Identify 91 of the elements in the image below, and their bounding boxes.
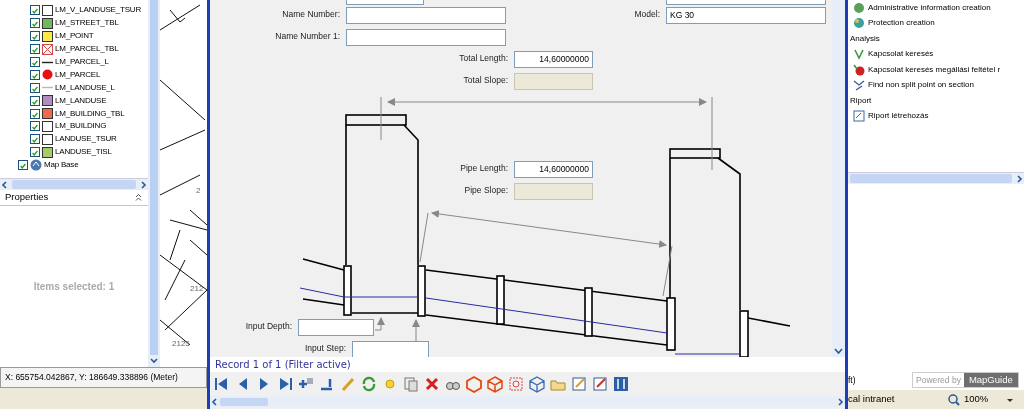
leader-line bbox=[374, 317, 385, 331]
scroll-right-icon[interactable] bbox=[835, 396, 845, 407]
section-heading: Analysis bbox=[850, 32, 880, 45]
layer-label[interactable]: LM_POINT bbox=[55, 30, 94, 43]
layer-label[interactable]: LM_V_LANDUSE_TSUR bbox=[55, 4, 141, 17]
cube-icon[interactable] bbox=[465, 375, 483, 393]
layer-label[interactable]: LM_PARCEL_TBL bbox=[55, 43, 119, 56]
map-label: 212 bbox=[190, 283, 204, 295]
task-link[interactable]: Kapcsolat keresés megállási feltétel r bbox=[868, 63, 1001, 76]
layer-label[interactable]: LM_BUILDING_TBL bbox=[55, 107, 125, 120]
layer-checkbox[interactable] bbox=[30, 57, 40, 67]
layer-checkbox[interactable] bbox=[30, 69, 40, 80]
field-label: Name Number 1: bbox=[275, 30, 340, 43]
layer-label[interactable]: LM_PARCEL_L bbox=[55, 56, 109, 68]
field-label: Total Slope: bbox=[463, 74, 508, 87]
zone-text: cal intranet bbox=[848, 392, 896, 407]
vertical-scrollbar[interactable] bbox=[148, 0, 160, 367]
delete-icon[interactable] bbox=[423, 375, 441, 393]
scroll-right-icon[interactable] bbox=[1014, 173, 1024, 184]
layer-checkbox[interactable] bbox=[30, 18, 40, 29]
task-link[interactable]: Administrative information creation bbox=[868, 1, 991, 14]
refresh-icon[interactable] bbox=[360, 375, 378, 393]
layer-label[interactable]: LM_PARCEL bbox=[55, 68, 101, 81]
input-field[interactable]: 14,60000000 bbox=[514, 161, 593, 178]
task-icon[interactable] bbox=[853, 63, 865, 76]
input-field[interactable] bbox=[352, 341, 429, 357]
square-icon[interactable] bbox=[507, 375, 525, 393]
zoom-level[interactable]: 100% bbox=[964, 392, 989, 407]
task-link[interactable]: Protection creation bbox=[868, 17, 935, 30]
layer-checkbox[interactable] bbox=[30, 31, 40, 42]
layer-checkbox[interactable] bbox=[30, 134, 40, 145]
scroll-left-icon[interactable] bbox=[210, 396, 220, 407]
task-link[interactable]: Riport létrehozás bbox=[868, 110, 929, 123]
layer-label[interactable]: LM_LANDUSE_L bbox=[55, 81, 115, 94]
zoom-icon[interactable] bbox=[948, 393, 960, 406]
input-field[interactable] bbox=[346, 7, 506, 24]
coordinates-readout: X: 655754.042867, Y: 186649.338896 (Meter) bbox=[0, 367, 207, 388]
layer-label[interactable]: LANDUSE_TSUR bbox=[55, 133, 117, 146]
powered-by-text: Powered by bbox=[915, 373, 962, 387]
layer-checkbox[interactable] bbox=[30, 95, 40, 106]
layer-label[interactable]: Map Base bbox=[44, 159, 79, 172]
edit-icon[interactable] bbox=[591, 375, 609, 393]
scroll-right-icon[interactable] bbox=[138, 179, 148, 190]
horizontal-scrollbar[interactable] bbox=[210, 396, 845, 407]
field-label: Model: bbox=[634, 8, 660, 21]
task-icon[interactable] bbox=[853, 48, 865, 61]
task-link[interactable]: Find non split point on section bbox=[868, 79, 974, 92]
copy-icon[interactable] bbox=[402, 375, 420, 393]
field-label: Pipe Length: bbox=[460, 162, 508, 175]
task-icon[interactable] bbox=[853, 17, 865, 30]
layer-label[interactable]: LM_STREET_TBL bbox=[55, 17, 119, 30]
input-field[interactable]: KG 30 bbox=[666, 7, 826, 24]
layer-checkbox[interactable] bbox=[30, 5, 40, 16]
task-icon[interactable] bbox=[853, 79, 865, 92]
field-label: Pipe Slope: bbox=[464, 184, 508, 197]
cube-icon[interactable] bbox=[486, 375, 504, 393]
section-heading: Riport bbox=[850, 94, 872, 107]
horizontal-scrollbar[interactable] bbox=[0, 178, 148, 190]
leader-line bbox=[412, 319, 420, 342]
units-text: ft) bbox=[848, 373, 857, 387]
task-icon[interactable] bbox=[853, 110, 865, 123]
layer-label[interactable]: LM_BUILDING bbox=[55, 120, 107, 133]
layer-checkbox[interactable] bbox=[30, 121, 40, 132]
field-label: Total Length: bbox=[459, 52, 508, 65]
field-label: Input Depth: bbox=[245, 320, 292, 333]
scroll-thumb[interactable] bbox=[220, 397, 268, 406]
sliders-icon[interactable] bbox=[612, 375, 630, 393]
panel-title: Properties bbox=[5, 190, 49, 205]
brand-label: MapGuide bbox=[963, 373, 1018, 387]
map-label: 2 bbox=[196, 185, 201, 197]
task-icon[interactable] bbox=[853, 1, 865, 14]
horizontal-scrollbar[interactable] bbox=[848, 172, 1024, 184]
layer-label[interactable]: LM_LANDUSE bbox=[55, 94, 107, 107]
layer-checkbox[interactable] bbox=[30, 108, 40, 119]
input-field[interactable]: 14,60000000 bbox=[514, 51, 593, 68]
selection-count: Items selected: 1 bbox=[33, 280, 115, 294]
field-label: Input Step: bbox=[304, 342, 346, 355]
collapse-icon[interactable] bbox=[134, 193, 143, 202]
field-label: Name Number: bbox=[282, 8, 340, 21]
task-link[interactable]: Kapcsolat keresés bbox=[868, 48, 934, 61]
layer-checkbox[interactable] bbox=[18, 160, 28, 171]
layer-checkbox[interactable] bbox=[30, 147, 40, 158]
layer-checkbox[interactable] bbox=[30, 44, 40, 55]
layer-label[interactable]: LANDUSE_TISL bbox=[55, 146, 112, 159]
vertical-scrollbar[interactable] bbox=[832, 0, 845, 357]
layer-checkbox[interactable] bbox=[30, 82, 40, 93]
input-field[interactable] bbox=[346, 29, 506, 46]
cube-icon[interactable] bbox=[528, 375, 546, 393]
scroll-left-icon[interactable] bbox=[0, 179, 10, 190]
input-field[interactable] bbox=[298, 319, 374, 336]
map-label: 2125 bbox=[172, 338, 190, 350]
